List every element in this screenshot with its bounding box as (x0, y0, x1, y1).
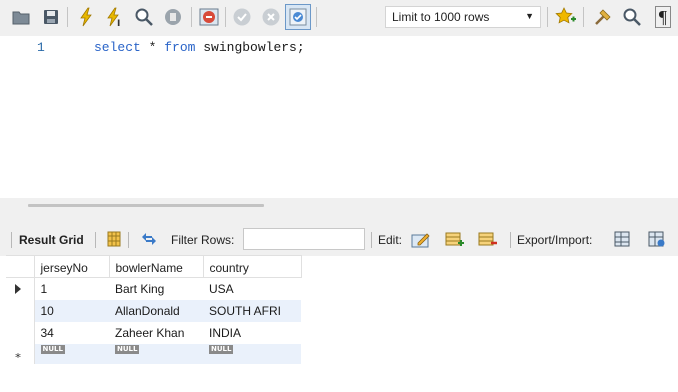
execute-current-icon[interactable]: I (102, 4, 128, 30)
cell-country[interactable]: SOUTH AFRI (203, 299, 301, 322)
cell-country[interactable]: INDIA (203, 322, 301, 344)
row-header[interactable] (6, 277, 35, 300)
code-star: * (140, 40, 165, 55)
bookmark-icon[interactable] (553, 4, 579, 30)
limit-rows-select[interactable]: Limit to 1000 rows ▼ (385, 6, 541, 28)
save-icon[interactable] (38, 4, 64, 30)
insert-row-icon[interactable] (445, 229, 465, 249)
cell-bowlerName[interactable]: Zaheer Khan (109, 322, 203, 344)
toolbar-separator (128, 232, 129, 248)
cell-jerseyNo[interactable]: 10 (34, 299, 109, 322)
result-grid[interactable]: jerseyNo bowlerName country 1 Bart King … (0, 255, 678, 392)
row-header[interactable] (6, 321, 35, 344)
code-table-name: swingbowlers; (195, 40, 305, 55)
filter-rows-label: Filter Rows: (171, 233, 235, 247)
table-row[interactable]: 1 Bart King USA (6, 277, 301, 300)
sql-editor-toolbar: I Limit to 1000 rows ▼ ¶ (0, 0, 678, 36)
execute-icon[interactable] (73, 4, 99, 30)
export-icon[interactable] (613, 229, 633, 249)
result-table: jerseyNo bowlerName country 1 Bart King … (6, 255, 302, 364)
toolbar-separator (510, 232, 511, 248)
import-icon[interactable] (647, 229, 667, 249)
open-folder-icon[interactable] (8, 4, 34, 30)
cell-country-new[interactable]: NULL (203, 343, 301, 364)
cell-jerseyNo-new[interactable]: NULL (34, 343, 109, 364)
rollback-icon[interactable] (258, 4, 284, 30)
sql-code-line[interactable]: select * from swingbowlers; (94, 40, 305, 55)
cell-bowlerName-new[interactable]: NULL (109, 343, 203, 364)
keyword-select: select (94, 40, 141, 55)
toolbar-separator (316, 7, 317, 27)
autocommit-icon[interactable] (285, 4, 311, 30)
commit-icon[interactable] (229, 4, 255, 30)
new-row-star-icon: ⁎ (15, 346, 21, 361)
null-badge: NULL (115, 344, 140, 354)
invisible-chars-icon[interactable]: ¶ (650, 4, 676, 30)
null-badge: NULL (209, 344, 234, 354)
limit-rows-label: Limit to 1000 rows (392, 10, 490, 24)
header-row: jerseyNo bowlerName country (6, 255, 302, 278)
toolbar-separator (225, 7, 226, 27)
cell-jerseyNo[interactable]: 1 (34, 278, 109, 300)
cell-bowlerName[interactable]: Bart King (109, 278, 203, 300)
cell-jerseyNo[interactable]: 34 (34, 322, 109, 344)
row-header-corner (6, 255, 35, 278)
delete-row-icon[interactable] (478, 229, 498, 249)
stop-icon[interactable] (160, 4, 186, 30)
svg-text:I: I (117, 19, 120, 27)
edit-row-icon[interactable] (411, 229, 431, 249)
toolbar-separator (371, 232, 372, 248)
grid-layout-icon[interactable] (104, 229, 124, 249)
panel-splitter[interactable] (0, 198, 678, 222)
cell-country[interactable]: USA (203, 278, 301, 300)
column-header-jerseyNo[interactable]: jerseyNo (33, 255, 110, 278)
sql-editor[interactable]: 1 select * from swingbowlers; (0, 36, 678, 198)
refresh-icon[interactable] (139, 229, 159, 249)
new-row[interactable]: ⁎ NULL NULL NULL (6, 343, 301, 364)
explain-icon[interactable] (131, 4, 157, 30)
table-row[interactable]: 10 AllanDonald SOUTH AFRI (6, 299, 301, 322)
toolbar-separator (11, 232, 12, 248)
toolbar-separator (583, 7, 584, 27)
line-number: 1 (37, 40, 45, 55)
toggle-error-icon[interactable] (196, 4, 222, 30)
toolbar-separator (191, 7, 192, 27)
result-grid-tab[interactable]: Result Grid (19, 233, 84, 247)
table-row[interactable]: 34 Zaheer Khan INDIA (6, 321, 301, 344)
edit-label: Edit: (378, 233, 403, 247)
cell-bowlerName[interactable]: AllanDonald (109, 299, 203, 322)
horizontal-scrollbar-thumb[interactable] (28, 204, 264, 207)
chevron-down-icon: ▼ (525, 11, 534, 21)
toolbar-separator (95, 232, 96, 248)
result-toolbar: Result Grid Filter Rows: Edit: Export/Im… (0, 222, 678, 256)
null-badge: NULL (40, 344, 65, 354)
keyword-from: from (164, 40, 196, 55)
toolbar-separator (547, 7, 548, 27)
current-row-arrow-icon (15, 284, 21, 294)
row-header[interactable]: ⁎ (6, 343, 35, 364)
row-header[interactable] (6, 299, 35, 322)
column-header-bowlerName[interactable]: bowlerName (108, 255, 204, 278)
filter-rows-input[interactable] (243, 228, 365, 250)
column-header-country[interactable]: country (202, 255, 302, 278)
beautify-icon[interactable] (590, 4, 616, 30)
export-import-label: Export/Import: (517, 233, 593, 247)
toolbar-separator (67, 7, 68, 27)
find-icon[interactable] (619, 4, 645, 30)
